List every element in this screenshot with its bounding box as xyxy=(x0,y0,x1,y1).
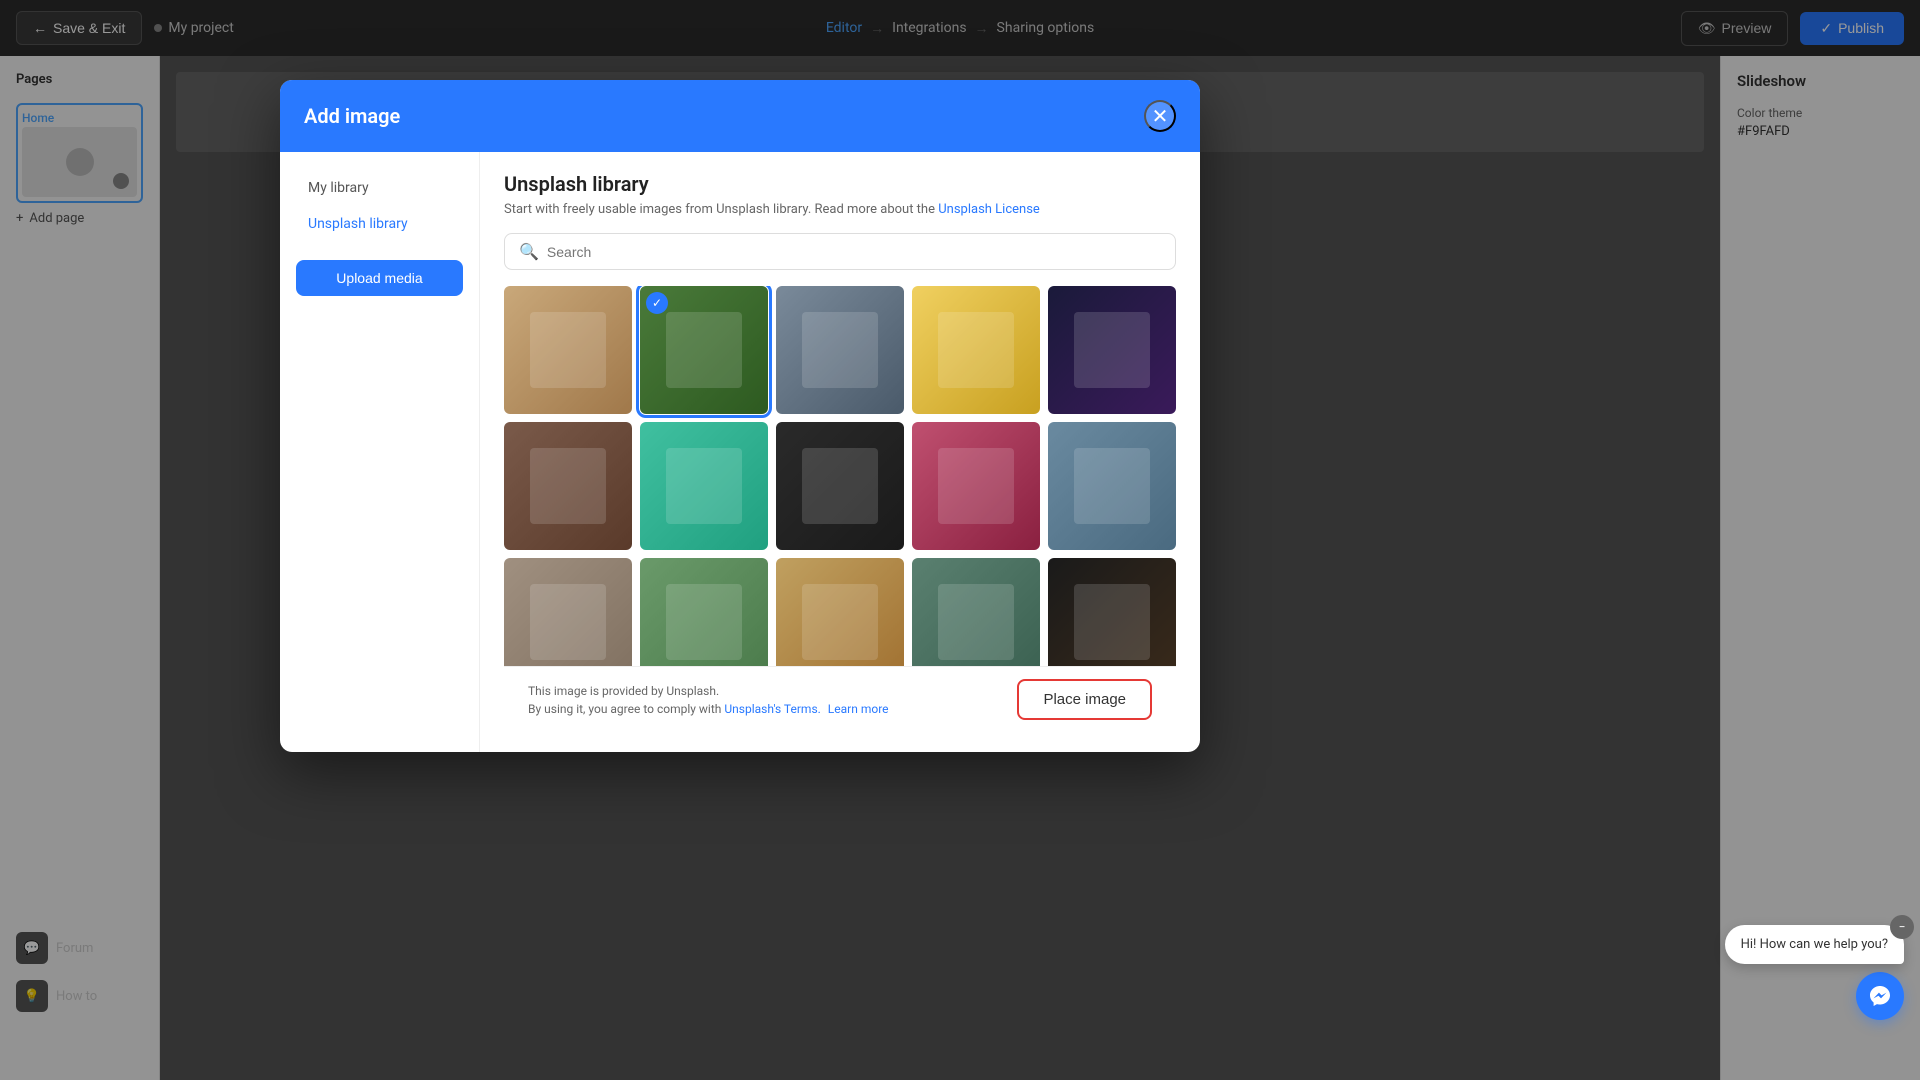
image-cell-10[interactable] xyxy=(1048,422,1176,550)
img-placeholder-6 xyxy=(530,448,607,525)
unsplash-license-link[interactable]: Unsplash License xyxy=(938,202,1040,217)
sidebar-unsplash-library[interactable]: Unsplash library xyxy=(296,208,463,240)
image-grid-wrapper: ✓ xyxy=(504,286,1184,666)
close-icon: ✕ xyxy=(1152,104,1169,129)
img-placeholder-4 xyxy=(938,312,1015,389)
img-placeholder-15 xyxy=(1074,584,1151,661)
img-placeholder-13 xyxy=(802,584,879,661)
image-cell-12[interactable] xyxy=(640,558,768,666)
img-placeholder-5 xyxy=(1074,312,1151,389)
learn-more-link[interactable]: Learn more xyxy=(828,702,889,716)
modal-sidebar: My library Unsplash library Upload media xyxy=(280,152,480,752)
library-description: Start with freely usable images from Uns… xyxy=(504,202,1176,217)
chat-close-button[interactable]: − xyxy=(1890,915,1914,939)
selected-checkmark: ✓ xyxy=(646,292,668,314)
image-cell-13[interactable] xyxy=(776,558,904,666)
sidebar-my-library[interactable]: My library xyxy=(296,172,463,204)
img-placeholder-1 xyxy=(530,312,607,389)
search-box: 🔍 xyxy=(504,233,1176,270)
img-placeholder-9 xyxy=(938,448,1015,525)
modal-header: Add image ✕ xyxy=(280,80,1200,152)
image-cell-4[interactable] xyxy=(912,286,1040,414)
footer-description: This image is provided by Unsplash. By u… xyxy=(528,682,889,718)
modal-close-button[interactable]: ✕ xyxy=(1144,100,1176,132)
image-cell-14[interactable] xyxy=(912,558,1040,666)
image-cell-2[interactable]: ✓ xyxy=(640,286,768,414)
img-placeholder-12 xyxy=(666,584,743,661)
image-cell-1[interactable] xyxy=(504,286,632,414)
image-cell-8[interactable] xyxy=(776,422,904,550)
image-cell-9[interactable] xyxy=(912,422,1040,550)
add-image-modal: Add image ✕ My library Unsplash library … xyxy=(280,80,1200,752)
img-placeholder-2 xyxy=(666,312,743,389)
unsplash-terms-link[interactable]: Unsplash's Terms. xyxy=(724,702,820,716)
image-cell-3[interactable] xyxy=(776,286,904,414)
img-placeholder-8 xyxy=(802,448,879,525)
modal-footer: This image is provided by Unsplash. By u… xyxy=(504,666,1176,732)
chat-widget: Hi! How can we help you? − xyxy=(1725,925,1904,1020)
chat-avatar-button[interactable] xyxy=(1856,972,1904,1020)
image-cell-5[interactable] xyxy=(1048,286,1176,414)
img-placeholder-10 xyxy=(1074,448,1151,525)
img-placeholder-7 xyxy=(666,448,743,525)
search-input[interactable] xyxy=(547,244,1161,260)
image-cell-6[interactable] xyxy=(504,422,632,550)
place-image-button[interactable]: Place image xyxy=(1017,679,1152,720)
messenger-icon xyxy=(1868,984,1892,1008)
image-cell-11[interactable] xyxy=(504,558,632,666)
modal-main-content: Unsplash library Start with freely usabl… xyxy=(480,152,1200,752)
modal-body: My library Unsplash library Upload media… xyxy=(280,152,1200,752)
chat-bubble: Hi! How can we help you? xyxy=(1725,925,1904,964)
upload-media-button[interactable]: Upload media xyxy=(296,260,463,296)
image-cell-7[interactable] xyxy=(640,422,768,550)
image-cell-15[interactable] xyxy=(1048,558,1176,666)
search-icon: 🔍 xyxy=(519,242,539,261)
img-placeholder-3 xyxy=(802,312,879,389)
modal-title: Add image xyxy=(304,104,400,128)
chat-bubble-container: Hi! How can we help you? − xyxy=(1725,925,1904,972)
image-grid: ✓ xyxy=(504,286,1176,666)
img-placeholder-14 xyxy=(938,584,1015,661)
library-title: Unsplash library xyxy=(504,172,1176,196)
img-placeholder-11 xyxy=(530,584,607,661)
